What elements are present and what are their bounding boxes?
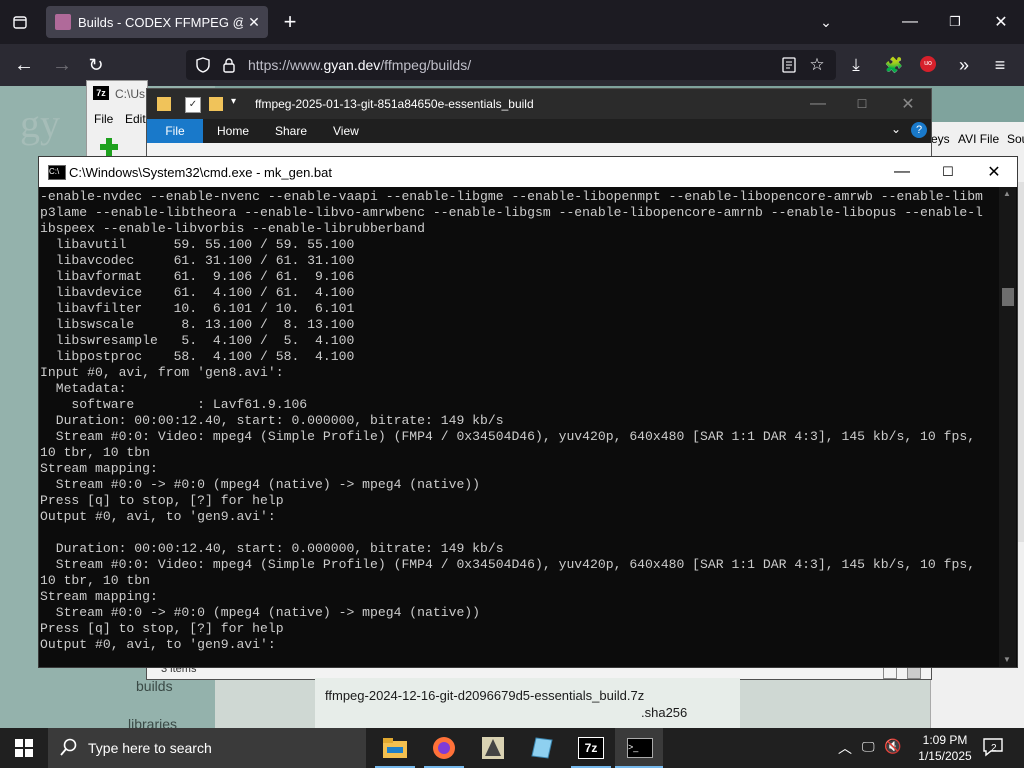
tab-builds[interactable]: Builds - CODEX FFMPEG @ gyan.dev ✕ <box>46 6 268 38</box>
explorer-close-icon[interactable]: ✕ <box>897 93 919 115</box>
url-bar[interactable]: https://www.gyan.dev/ffmpeg/builds/ ☆ <box>186 50 836 80</box>
video-app-taskbar-icon[interactable] <box>479 734 507 762</box>
search-icon <box>60 738 78 759</box>
network-icon[interactable]: 🖵 <box>862 739 875 755</box>
7zip-menu-file[interactable]: File <box>94 112 113 126</box>
ribbon-tab-home[interactable]: Home <box>217 124 249 138</box>
minimize-icon[interactable]: — <box>898 10 922 34</box>
cmd-console[interactable]: -enable-nvdec --enable-nvenc --enable-va… <box>39 187 999 667</box>
clock-date: 1/15/2025 <box>918 749 972 763</box>
back-icon[interactable]: ← <box>12 53 36 77</box>
7zip-path: C:\Us <box>115 87 145 101</box>
file-explorer-taskbar-icon[interactable] <box>381 734 409 762</box>
close-window-icon[interactable]: ✕ <box>989 10 1013 34</box>
firefox-taskbar-icon[interactable] <box>430 734 458 762</box>
taskbar: Type here to search 7z >_ ︿ 🖵 🔇 1:09 PM … <box>0 728 1024 768</box>
explorer-ribbon: File Home Share View ⌄ ? <box>147 119 931 143</box>
show-hidden-icons-chevron-icon[interactable]: ︿ <box>838 738 852 758</box>
7zip-menu-edit[interactable]: Edit <box>125 112 146 126</box>
file-name-line1[interactable]: ffmpeg-2024-12-16-git-d2096679d5-essenti… <box>325 688 644 703</box>
explorer-maximize-icon[interactable]: ☐ <box>851 93 873 115</box>
taskbar-clock[interactable]: 1:09 PM 1/15/2025 <box>905 732 985 764</box>
lock-icon[interactable] <box>220 56 238 74</box>
cmd-app-icon: C:\ <box>48 165 66 180</box>
bookmark-star-icon[interactable]: ☆ <box>806 54 828 76</box>
site-file-block: ffmpeg-2024-12-16-git-d2096679d5-essenti… <box>315 678 740 728</box>
scroll-up-arrow-icon[interactable]: ▲ <box>1003 189 1011 198</box>
reader-view-icon[interactable] <box>778 54 800 76</box>
explorer-title: ffmpeg-2025-01-13-git-851a84650e-essenti… <box>255 97 534 111</box>
cmd-title: C:\Windows\System32\cmd.exe - mk_gen.bat <box>69 165 332 180</box>
close-tab-icon[interactable]: ✕ <box>244 12 264 32</box>
cmd-title-bar: C:\ C:\Windows\System32\cmd.exe - mk_gen… <box>39 157 1017 187</box>
forward-icon[interactable]: → <box>50 53 74 77</box>
cmd-scrollbar-thumb[interactable] <box>1002 288 1014 306</box>
notepad-taskbar-icon[interactable] <box>528 734 556 762</box>
cmd-taskbar-button[interactable]: >_ <box>615 728 663 768</box>
new-folder-icon[interactable] <box>209 97 223 111</box>
ribbon-expand-chevron-icon[interactable]: ⌄ <box>891 122 901 136</box>
add-plus-icon[interactable] <box>99 137 119 157</box>
explorer-title-bar: ✓ ▾ ffmpeg-2025-01-13-git-851a84650e-ess… <box>147 89 931 119</box>
new-tab-icon[interactable]: + <box>278 9 302 34</box>
folder-icon <box>157 97 171 111</box>
tab-title: Builds - CODEX FFMPEG @ gyan.dev <box>78 15 243 30</box>
site-logo-watermark: gy <box>20 101 60 146</box>
restore-icon[interactable]: ❐ <box>943 10 967 34</box>
overflow-chevrons-icon[interactable]: » <box>952 53 976 77</box>
7zip-toolbar-item-avi[interactable]: AVI File <box>958 132 999 146</box>
cmd-scrollbar[interactable]: ▲ ▼ <box>999 187 1016 667</box>
7zip-column-edge <box>1017 182 1024 542</box>
7zip-toolbar-item-source[interactable]: Sou <box>1007 132 1024 146</box>
taskbar-search-box[interactable]: Type here to search <box>48 728 366 768</box>
ribbon-tab-file[interactable]: File <box>147 119 203 143</box>
chevron-down-icon[interactable]: ⌄ <box>814 10 838 34</box>
url-text: https://www.gyan.dev/ffmpeg/builds/ <box>248 57 472 73</box>
cmd-window: C:\ C:\Windows\System32\cmd.exe - mk_gen… <box>38 156 1018 668</box>
search-placeholder: Type here to search <box>88 740 212 756</box>
cmd-output-text: -enable-nvdec --enable-nvenc --enable-va… <box>40 189 983 652</box>
tab-list-icon[interactable] <box>8 10 32 34</box>
properties-check-icon[interactable]: ✓ <box>185 97 201 113</box>
ribbon-tab-share[interactable]: Share <box>275 124 307 138</box>
explorer-minimize-icon[interactable]: — <box>807 93 829 115</box>
volume-muted-icon[interactable]: 🔇 <box>884 738 901 755</box>
downloads-icon[interactable]: ⤓ <box>844 53 868 77</box>
help-icon[interactable]: ? <box>911 122 927 138</box>
cmd-close-icon[interactable]: ✕ <box>981 161 1007 183</box>
7zip-taskbar-icon[interactable]: 7z <box>577 734 605 762</box>
7zip-toolbar-item-keys[interactable]: eys <box>931 132 950 146</box>
site-nav-builds[interactable]: builds <box>136 678 173 694</box>
extensions-icon[interactable]: 🧩 <box>882 53 906 77</box>
cmd-maximize-icon[interactable]: ☐ <box>935 161 961 183</box>
notification-count: 2 <box>991 743 997 754</box>
clock-time: 1:09 PM <box>922 733 968 747</box>
file-name-line2[interactable]: .sha256 <box>641 705 687 720</box>
shield-icon[interactable] <box>194 56 212 74</box>
notifications-icon[interactable]: 2 <box>982 736 1004 758</box>
windows-start-icon[interactable] <box>10 734 38 762</box>
ribbon-tab-view[interactable]: View <box>333 124 359 138</box>
browser-tab-bar: Builds - CODEX FFMPEG @ gyan.dev ✕ + ⌄ —… <box>0 0 1024 44</box>
scroll-down-arrow-icon[interactable]: ▼ <box>1003 655 1011 664</box>
ublock-icon[interactable]: uo <box>920 56 936 72</box>
quick-access-dropdown-icon[interactable]: ▾ <box>231 96 236 107</box>
reload-icon[interactable]: ↻ <box>84 53 108 77</box>
site-favicon-icon <box>55 14 71 30</box>
cmd-minimize-icon[interactable]: — <box>889 161 915 183</box>
7zip-app-icon: 7z <box>93 86 109 100</box>
hamburger-menu-icon[interactable]: ≡ <box>988 53 1012 77</box>
